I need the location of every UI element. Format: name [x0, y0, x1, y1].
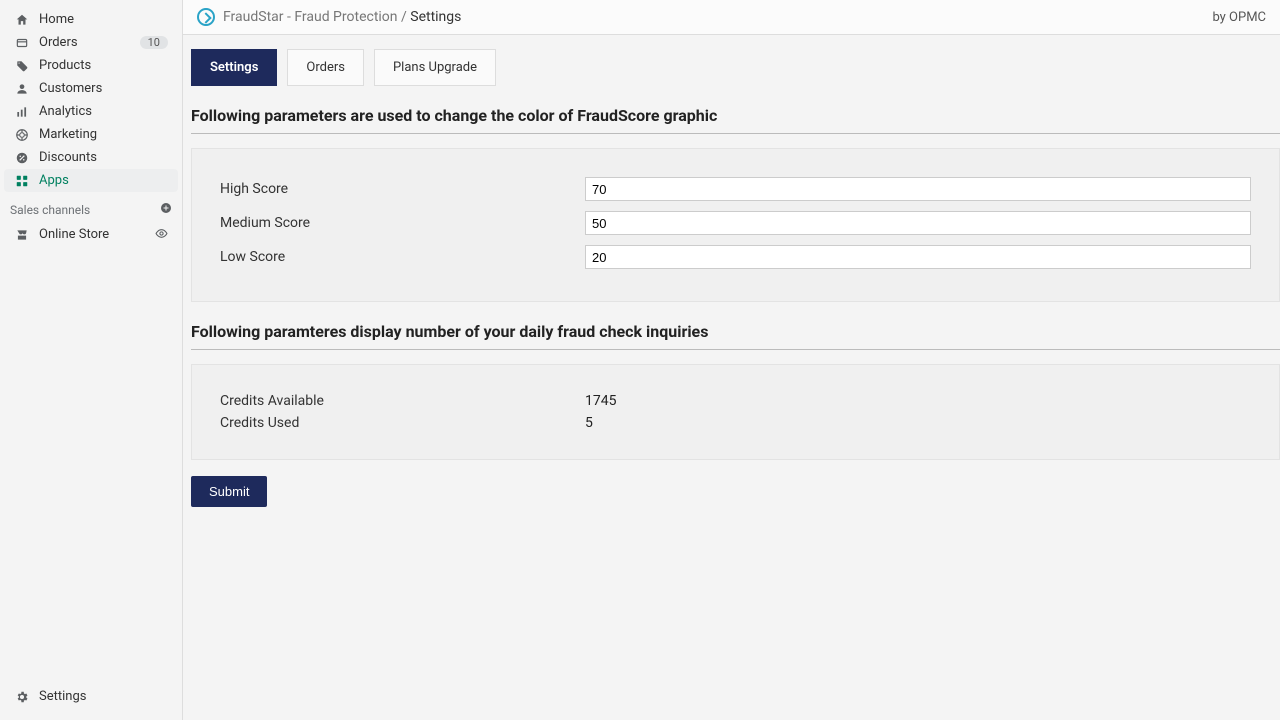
- value-credits-available: 1745: [585, 393, 616, 409]
- sidebar-item-marketing[interactable]: Marketing: [4, 123, 178, 146]
- tab-settings[interactable]: Settings: [191, 49, 277, 86]
- tab-plans-upgrade[interactable]: Plans Upgrade: [374, 49, 496, 86]
- sidebar-item-discounts[interactable]: Discounts: [4, 146, 178, 169]
- sales-channels-label: Sales channels: [10, 203, 90, 217]
- sidebar-item-label: Orders: [39, 35, 140, 50]
- orders-icon: [14, 35, 30, 51]
- sidebar: Home Orders 10 Products Customers: [0, 0, 183, 720]
- value-credits-used: 5: [585, 415, 593, 431]
- sidebar-item-label: Home: [39, 12, 168, 27]
- gear-icon: [14, 689, 30, 705]
- row-low-score: Low Score: [220, 245, 1251, 269]
- sidebar-footer: Settings: [0, 677, 182, 720]
- row-high-score: High Score: [220, 177, 1251, 201]
- tab-orders[interactable]: Orders: [287, 49, 364, 86]
- sidebar-item-settings[interactable]: Settings: [4, 685, 178, 708]
- sidebar-item-label: Products: [39, 58, 168, 73]
- app-logo-icon: [197, 8, 215, 26]
- section-title-credits: Following paramteres display number of y…: [191, 322, 1280, 341]
- home-icon: [14, 12, 30, 28]
- input-medium-score[interactable]: [585, 211, 1251, 235]
- label-credits-available: Credits Available: [220, 393, 585, 409]
- tabs: Settings Orders Plans Upgrade: [191, 49, 1280, 86]
- label-credits-used: Credits Used: [220, 415, 585, 431]
- sidebar-item-label: Settings: [39, 689, 168, 704]
- products-icon: [14, 58, 30, 74]
- divider: [191, 349, 1280, 350]
- breadcrumb-app[interactable]: FraudStar - Fraud Protection: [223, 9, 398, 25]
- sidebar-item-products[interactable]: Products: [4, 54, 178, 77]
- label-high-score: High Score: [220, 181, 585, 197]
- sidebar-item-label: Discounts: [39, 150, 168, 165]
- sidebar-item-apps[interactable]: Apps: [4, 169, 178, 192]
- add-channel-icon[interactable]: [160, 202, 172, 217]
- input-low-score[interactable]: [585, 245, 1251, 269]
- sidebar-item-label: Apps: [39, 173, 168, 188]
- row-credits-available: Credits Available 1745: [220, 393, 1251, 409]
- sidebar-item-orders[interactable]: Orders 10: [4, 31, 178, 54]
- label-low-score: Low Score: [220, 249, 585, 265]
- sidebar-item-home[interactable]: Home: [4, 8, 178, 31]
- sidebar-item-label: Online Store: [39, 227, 155, 242]
- sidebar-item-online-store[interactable]: Online Store: [4, 223, 178, 246]
- store-icon: [14, 227, 30, 243]
- section-title-colors: Following parameters are used to change …: [191, 106, 1280, 125]
- row-credits-used: Credits Used 5: [220, 415, 1251, 431]
- breadcrumb: FraudStar - Fraud Protection / Settings: [223, 9, 461, 25]
- label-medium-score: Medium Score: [220, 215, 585, 231]
- sidebar-item-analytics[interactable]: Analytics: [4, 100, 178, 123]
- apps-icon: [14, 173, 30, 189]
- input-high-score[interactable]: [585, 177, 1251, 201]
- sidebar-nav: Home Orders 10 Products Customers: [0, 8, 182, 677]
- customers-icon: [14, 81, 30, 97]
- topbar: FraudStar - Fraud Protection / Settings …: [183, 0, 1280, 35]
- sales-channels-header: Sales channels: [0, 192, 182, 223]
- view-store-icon[interactable]: [155, 227, 168, 243]
- marketing-icon: [14, 127, 30, 143]
- byline: by OPMC: [1212, 10, 1266, 25]
- divider: [191, 133, 1280, 134]
- orders-badge: 10: [140, 36, 168, 49]
- sidebar-item-label: Analytics: [39, 104, 168, 119]
- content: Settings Orders Plans Upgrade Following …: [183, 35, 1280, 507]
- sidebar-item-label: Customers: [39, 81, 168, 96]
- credits-card: Credits Available 1745 Credits Used 5: [191, 364, 1280, 460]
- breadcrumb-current: Settings: [410, 9, 461, 25]
- row-medium-score: Medium Score: [220, 211, 1251, 235]
- sidebar-item-label: Marketing: [39, 127, 168, 142]
- sidebar-item-customers[interactable]: Customers: [4, 77, 178, 100]
- main: FraudStar - Fraud Protection / Settings …: [183, 0, 1280, 720]
- score-thresholds-card: High Score Medium Score Low Score: [191, 148, 1280, 302]
- submit-button[interactable]: Submit: [191, 476, 267, 507]
- discounts-icon: [14, 150, 30, 166]
- analytics-icon: [14, 104, 30, 120]
